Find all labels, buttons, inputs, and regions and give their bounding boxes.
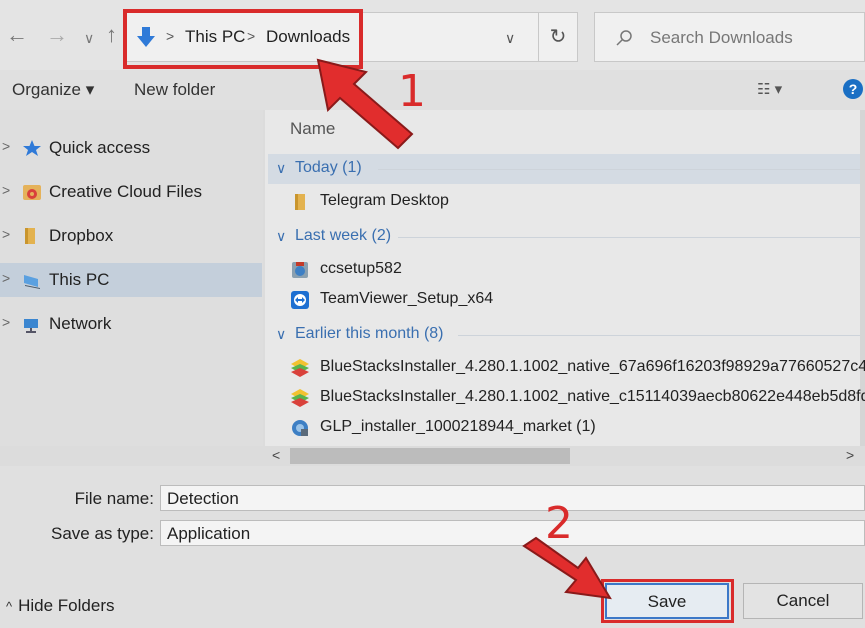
network-icon xyxy=(24,319,38,333)
sidebar-item-this-pc[interactable]: > This PC xyxy=(0,263,262,297)
chevron-right-icon[interactable]: > xyxy=(2,226,10,242)
group-header-today[interactable]: ∨ Today (1) xyxy=(268,154,860,184)
computer-icon xyxy=(24,275,40,289)
folder-icon xyxy=(25,228,35,244)
file-name-value: Detection xyxy=(167,489,239,508)
organize-button[interactable]: Organize ▾ xyxy=(12,80,94,100)
group-label: Last week (2) xyxy=(295,227,392,244)
creative-cloud-icon xyxy=(23,185,41,200)
file-name: GLP_installer_1000218944_market (1) xyxy=(320,418,596,435)
star-icon xyxy=(23,140,41,156)
list-item[interactable]: TeamViewer_Setup_x64 xyxy=(290,286,865,314)
chevron-up-icon: ^ xyxy=(6,599,13,614)
sidebar-item-label: Dropbox xyxy=(49,226,114,245)
group-label: Today (1) xyxy=(295,159,362,176)
bluestacks-icon xyxy=(291,359,309,377)
file-name: BlueStacksInstaller_4.280.1.1002_native_… xyxy=(320,358,865,375)
bluestacks-icon xyxy=(291,389,309,407)
back-button[interactable]: ← xyxy=(6,22,28,48)
save-highlight-box xyxy=(601,579,734,623)
command-toolbar xyxy=(0,70,865,110)
sidebar-item-quick-access[interactable]: > Quick access xyxy=(0,131,262,165)
address-dropdown-button[interactable]: ∨ xyxy=(505,30,515,47)
installer-icon xyxy=(292,420,308,436)
sidebar-item-label: Network xyxy=(49,314,112,333)
group-header-earlier-this-month[interactable]: ∨ Earlier this month (8) xyxy=(268,320,860,350)
sidebar-item-network[interactable]: > Network xyxy=(0,307,262,341)
annotation-step-2: 2 xyxy=(545,498,573,549)
chevron-right-icon[interactable]: > xyxy=(2,138,10,154)
group-header-last-week[interactable]: ∨ Last week (2) xyxy=(268,222,860,252)
file-name: ccsetup582 xyxy=(320,260,402,277)
up-button[interactable]: ↑ xyxy=(106,22,117,48)
save-as-type-select[interactable]: Application xyxy=(160,520,865,546)
save-as-type-value: Application xyxy=(167,524,251,543)
list-item[interactable]: ccsetup582 xyxy=(290,256,865,284)
sidebar-item-label: Quick access xyxy=(49,138,151,157)
hide-folders-label: Hide Folders xyxy=(18,596,115,615)
search-box[interactable]: Search Downloads xyxy=(594,12,865,62)
ccleaner-icon xyxy=(292,262,308,278)
group-divider xyxy=(398,237,860,238)
teamviewer-icon xyxy=(291,291,309,309)
save-as-type-label: Save as type: xyxy=(50,524,154,543)
sidebar-item-creative-cloud[interactable]: > Creative Cloud Files xyxy=(0,175,262,209)
sidebar-item-label: This PC xyxy=(49,270,110,289)
file-name: TeamViewer_Setup_x64 xyxy=(320,290,494,307)
new-folder-button[interactable]: New folder xyxy=(134,80,215,100)
list-item[interactable]: BlueStacksInstaller_4.280.1.1002_native_… xyxy=(290,384,865,412)
scrollbar-thumb[interactable] xyxy=(290,448,570,464)
group-divider xyxy=(458,335,860,336)
search-placeholder: Search Downloads xyxy=(650,28,793,47)
cancel-button[interactable]: Cancel xyxy=(743,583,863,619)
search-icon xyxy=(616,30,632,46)
folder-icon xyxy=(295,194,305,210)
recent-locations-button[interactable]: ∨ xyxy=(84,30,94,47)
sidebar-item-label: Creative Cloud Files xyxy=(49,182,203,201)
file-name: BlueStacksInstaller_4.280.1.1002_native_… xyxy=(320,388,865,405)
refresh-button[interactable]: ↻ xyxy=(538,12,578,62)
list-item[interactable]: GLP_installer_1000218944_market (1) xyxy=(290,414,865,442)
hide-folders-button[interactable]: ^ Hide Folders xyxy=(6,596,114,616)
scroll-left-button[interactable]: < xyxy=(272,447,280,463)
file-name-input[interactable]: Detection xyxy=(160,485,865,511)
chevron-down-icon: ∨ xyxy=(276,160,287,176)
chevron-right-icon[interactable]: > xyxy=(2,314,10,330)
list-item[interactable]: BlueStacksInstaller_4.280.1.1002_native_… xyxy=(290,354,865,382)
chevron-right-icon[interactable]: > xyxy=(2,270,10,286)
chevron-down-icon: ∨ xyxy=(276,326,287,342)
view-options-button[interactable]: ☷ ▾ xyxy=(757,80,782,98)
file-name: Telegram Desktop xyxy=(320,192,449,209)
group-divider xyxy=(378,169,860,170)
list-item[interactable]: Telegram Desktop xyxy=(290,188,865,216)
chevron-right-icon[interactable]: > xyxy=(2,182,10,198)
forward-button[interactable]: → xyxy=(46,22,68,48)
group-label: Earlier this month (8) xyxy=(295,325,444,342)
chevron-down-icon: ∨ xyxy=(276,228,287,244)
scroll-right-button[interactable]: > xyxy=(846,447,854,463)
file-name-label: File name: xyxy=(74,489,154,508)
annotation-step-1: 1 xyxy=(398,66,426,117)
sidebar-item-dropbox[interactable]: > Dropbox xyxy=(0,219,262,253)
help-button[interactable]: ? xyxy=(843,79,863,99)
